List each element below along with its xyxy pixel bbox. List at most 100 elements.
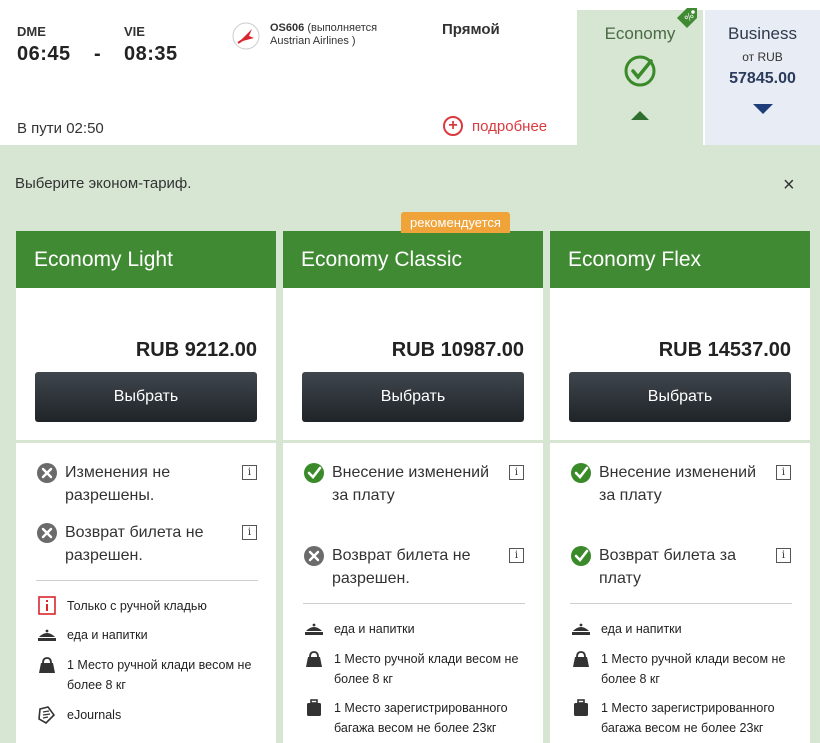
condition-text: Изменения не разрешены. [65,464,171,504]
check-circle-icon [304,463,324,483]
austrian-airlines-logo-icon [232,22,260,50]
recommended-badge: рекомендуется [401,212,510,233]
fare-condition: Внесение изменений за плату [570,461,800,507]
feature-text: 1 Место ручной клади весом не более 8 кг [67,658,252,692]
flight-duration: В пути 02:50 [17,120,104,137]
flight-type: Прямой [442,21,500,38]
divider [550,440,810,443]
fare-condition: Возврат билета не разрешен. [36,521,266,567]
plus-circle-icon: + [443,116,463,136]
airline-name: Austrian Airlines ) [270,35,356,47]
bag-icon [39,657,55,673]
fare-card-economy-flex: Economy Flex RUB 14537.00 Выбрать Внесен… [550,231,810,743]
check-circle-icon [571,463,591,483]
fare-condition: Изменения не разрешены. [36,461,266,507]
feature-text: 1 Место зарегистрированного багажа весом… [334,701,508,735]
close-icon[interactable]: × [783,175,795,195]
select-fare-button[interactable]: Выбрать [569,372,791,422]
fare-feature: еда и напитки [570,619,805,639]
tariff-panel: Выберите эконом-тариф. × Economy Light R… [0,145,820,743]
cross-circle-icon [304,546,324,566]
divider [570,603,792,604]
business-price: 57845.00 [729,70,796,87]
flight-summary: DME 06:45 - VIE 08:35 OS606 (выполняется… [0,0,820,145]
info-icon[interactable]: i [242,465,257,480]
feature-text: Только с ручной кладью [67,599,207,613]
condition-text: Возврат билета не разрешен. [65,524,204,564]
fare-condition: Внесение изменений за плату [303,461,533,507]
info-box-icon [38,596,56,615]
info-icon[interactable]: i [776,465,791,480]
tab-business-label: Business [728,24,797,43]
check-circle-icon [571,546,591,566]
divider [16,440,276,443]
suitcase-icon [307,699,321,716]
cross-circle-icon [37,463,57,483]
chevron-up-icon [631,111,649,120]
condition-text: Возврат билета за плату [599,547,736,587]
fare-name: Economy Flex [550,231,810,288]
discount-tag-icon: % [677,8,697,28]
flight-number: OS606 [270,22,305,34]
operated-by-label: (выполняется [307,22,378,34]
select-fare-button[interactable]: Выбрать [35,372,257,422]
time-separator: - [94,43,101,65]
feature-text: еда и напитки [67,628,148,642]
fare-feature: eJournals [36,705,271,725]
bag-icon [573,651,589,667]
fare-card-economy-classic: рекомендуется Economy Classic RUB 10987.… [283,212,543,743]
fare-feature: 1 Место зарегистрированного багажа весом… [570,698,805,738]
fare-feature: 1 Место ручной клади весом не более 8 кг [303,649,538,689]
info-icon[interactable]: i [242,525,257,540]
info-icon[interactable]: i [776,548,791,563]
feature-text: еда и напитки [334,622,415,636]
fare-feature: 1 Место ручной клади весом не более 8 кг [570,649,805,689]
divider [303,603,525,604]
flight-info: OS606 (выполняется Austrian Airlines ) [270,22,377,48]
fare-card-economy-light: Economy Light RUB 9212.00 Выбрать Измене… [16,231,276,743]
fare-name: Economy Classic [283,231,543,288]
feature-text: 1 Место зарегистрированного багажа весом… [601,701,775,735]
ejournal-icon [38,706,56,724]
feature-text: 1 Место ручной клади весом не более 8 кг [334,652,519,686]
tab-economy[interactable]: % Economy [577,8,703,145]
details-link[interactable]: + подробнее [443,116,547,136]
condition-text: Внесение изменений за плату [599,464,757,504]
arrival-time: 08:35 [124,43,178,65]
fare-price: RUB 9212.00 [135,339,257,361]
check-circle-icon [624,55,656,87]
fare-condition: Возврат билета за плату [570,544,800,590]
tab-business[interactable]: Business от RUB 57845.00 [705,10,820,145]
arrival-airport-code: VIE [124,24,145,39]
fare-feature: 1 Место ручной клади весом не более 8 кг [36,655,271,695]
feature-text: eJournals [67,708,122,722]
feature-text: 1 Место ручной клади весом не более 8 кг [601,652,786,686]
fare-feature: еда и напитки [303,619,538,639]
select-fare-button[interactable]: Выбрать [302,372,524,422]
fare-name: Economy Light [16,231,276,288]
fare-price: RUB 10987.00 [391,339,524,361]
feature-text: еда и напитки [601,622,682,636]
info-icon[interactable]: i [509,548,524,563]
fare-feature: 1 Место зарегистрированного багажа весом… [303,698,538,738]
condition-text: Возврат билета не разрешен. [332,547,471,587]
departure-time: 06:45 [17,43,71,65]
fare-feature: Только с ручной кладью [36,596,271,616]
details-label: подробнее [472,117,548,135]
chevron-down-icon [752,104,773,114]
tariff-prompt: Выберите эконом-тариф. [15,175,192,192]
meal-icon [305,623,323,635]
meal-icon [38,629,56,641]
condition-text: Внесение изменений за плату [332,464,490,504]
suitcase-icon [574,699,588,716]
divider [36,580,258,581]
meal-icon [572,623,590,635]
fare-condition: Возврат билета не разрешен. [303,544,533,590]
business-from-label: от RUB [742,50,783,64]
cross-circle-icon [37,523,57,543]
fare-feature: еда и напитки [36,625,271,645]
departure-airport-code: DME [17,24,46,39]
info-icon[interactable]: i [509,465,524,480]
divider [283,440,543,443]
fare-price: RUB 14537.00 [658,339,791,361]
